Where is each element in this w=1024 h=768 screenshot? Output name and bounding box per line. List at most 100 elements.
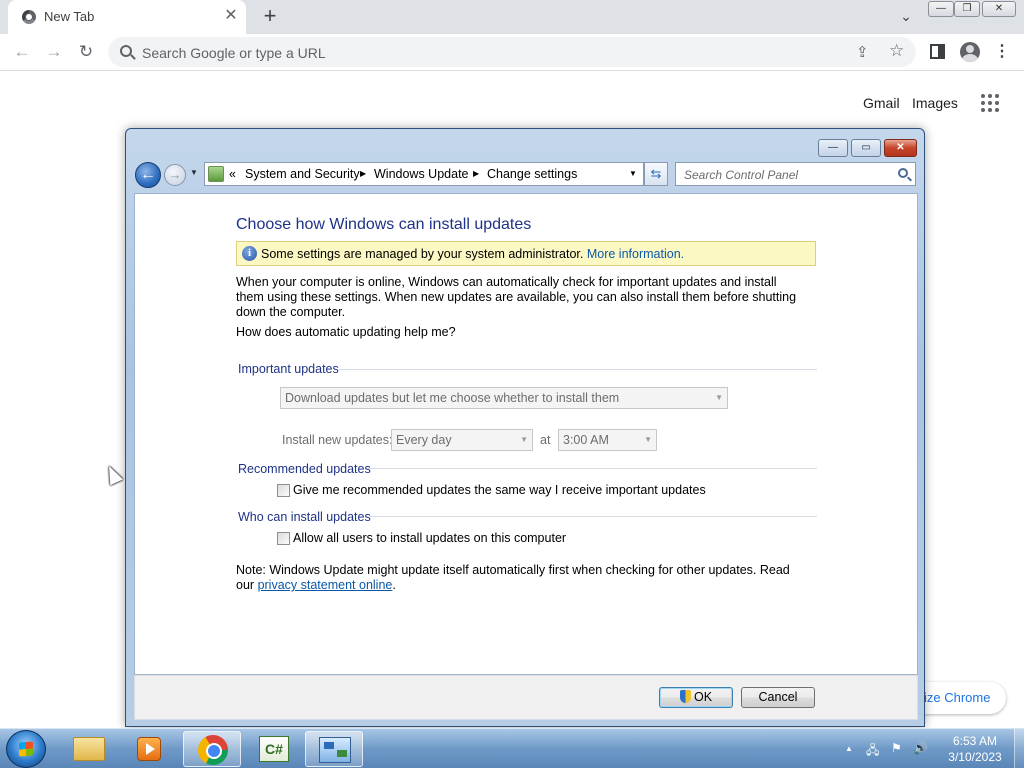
mouse-cursor-icon: [102, 463, 123, 486]
section-divider: [367, 468, 817, 469]
tab-close-icon[interactable]: ✕: [222, 7, 240, 25]
browser-toolbar: ← → ↻ Search Google or type a URL ⇪ ☆: [0, 34, 1024, 71]
more-information-link[interactable]: More information.: [587, 247, 684, 261]
media-player-icon: [137, 737, 161, 761]
address-dropdown-icon[interactable]: ▼: [629, 169, 637, 178]
help-link[interactable]: How does automatic updating help me?: [236, 325, 456, 340]
bookmark-star-icon[interactable]: ☆: [889, 41, 904, 61]
control-panel-icon: [208, 166, 224, 182]
search-placeholder: Search Control Panel: [684, 168, 799, 182]
install-time-select: 3:00 AM ▼: [558, 429, 657, 451]
taskbar-control-panel[interactable]: [305, 731, 363, 767]
note-period: .: [392, 578, 396, 592]
ok-button[interactable]: OK: [659, 687, 733, 708]
taskbar: C# ▲ 🖧 ⚑ 🔊 6:53 AM 3/10/2023: [0, 728, 1024, 768]
omnibox-placeholder: Search Google or type a URL: [142, 45, 326, 61]
network-icon[interactable]: 🖧: [866, 741, 879, 762]
clock-date: 3/10/2023: [948, 750, 1002, 764]
google-apps-icon[interactable]: [981, 94, 999, 112]
breadcrumb-change-settings[interactable]: Change settings: [487, 167, 577, 181]
description-text: When your computer is online, Windows ca…: [236, 275, 797, 319]
important-updates-value: Download updates but let me choose wheth…: [285, 391, 620, 405]
taskbar-media-player[interactable]: [120, 731, 178, 767]
window-close-button[interactable]: ✕: [982, 1, 1016, 17]
gmail-link[interactable]: Gmail: [863, 95, 900, 111]
chrome-menu-icon[interactable]: ⋮: [994, 43, 1010, 61]
page-title: Choose how Windows can install updates: [236, 216, 532, 233]
recommended-updates-checkbox[interactable]: [277, 484, 290, 497]
breadcrumb-system-and-security[interactable]: System and Security: [245, 167, 360, 181]
omnibox[interactable]: Search Google or type a URL ⇪ ☆: [108, 37, 916, 67]
dialog-close-button[interactable]: ✕: [884, 139, 917, 157]
recommended-updates-label[interactable]: Give me recommended updates the same way…: [293, 483, 706, 497]
taskbar-explorer[interactable]: [60, 731, 118, 767]
section-divider: [339, 369, 817, 370]
windows-update-window: — ▭ ✕ ← → ▼ « System and Security ▶ Wind…: [125, 128, 925, 727]
important-updates-select: Download updates but let me choose wheth…: [280, 387, 728, 409]
chrome-favicon-icon: [22, 10, 36, 24]
ok-label: OK: [693, 690, 713, 704]
chevron-down-icon: ▼: [644, 435, 652, 444]
side-panel-icon[interactable]: [930, 44, 945, 59]
note-text: Note: Windows Update might update itself…: [236, 563, 806, 593]
taskbar-csharp[interactable]: C#: [245, 731, 303, 767]
breadcrumb-overflow[interactable]: «: [229, 167, 236, 181]
chevron-right-icon[interactable]: ▶: [360, 169, 366, 178]
chevron-down-icon: ▼: [520, 435, 528, 444]
chevron-right-icon[interactable]: ▶: [473, 169, 479, 178]
forward-arrow-icon[interactable]: →: [164, 164, 186, 186]
back-icon[interactable]: ←: [10, 40, 34, 64]
search-control-panel-input[interactable]: Search Control Panel: [675, 162, 916, 186]
clock-time: 6:53 AM: [952, 734, 998, 748]
back-arrow-icon[interactable]: ←: [135, 162, 161, 188]
folder-icon: [73, 737, 105, 761]
dialog-minimize-button[interactable]: —: [818, 139, 848, 157]
admin-info-bar: i Some settings are managed by your syst…: [236, 241, 816, 266]
info-text: Some settings are managed by your system…: [261, 247, 584, 261]
allow-all-users-label[interactable]: Allow all users to install updates on th…: [293, 531, 566, 545]
address-bar[interactable]: « System and Security ▶ Windows Update ▶…: [204, 162, 644, 186]
recent-pages-dropdown-icon[interactable]: ▼: [190, 168, 198, 177]
control-panel-icon: [319, 737, 351, 763]
refresh-icon[interactable]: ⇆: [644, 162, 668, 186]
tab-new-tab[interactable]: New Tab ✕: [8, 0, 246, 34]
section-divider: [370, 516, 817, 517]
search-icon: [120, 45, 132, 57]
reload-icon[interactable]: ↻: [74, 40, 98, 64]
taskbar-clock[interactable]: 6:53 AM 3/10/2023: [940, 733, 1010, 765]
show-desktop-button[interactable]: [1014, 729, 1024, 768]
share-icon[interactable]: ⇪: [856, 43, 869, 61]
taskbar-chrome[interactable]: [183, 731, 241, 767]
uac-shield-icon: [679, 690, 691, 703]
forward-icon[interactable]: →: [42, 40, 66, 64]
privacy-statement-link[interactable]: privacy statement online: [258, 578, 393, 592]
cancel-button[interactable]: Cancel: [741, 687, 815, 708]
allow-all-users-checkbox[interactable]: [277, 532, 290, 545]
images-link[interactable]: Images: [912, 95, 958, 111]
action-center-flag-icon[interactable]: ⚑: [891, 741, 902, 755]
install-new-updates-label: Install new updates:: [282, 433, 393, 447]
volume-icon[interactable]: 🔊: [913, 741, 928, 755]
profile-avatar-icon[interactable]: [960, 42, 980, 62]
window-minimize-button[interactable]: —: [928, 1, 954, 17]
window-restore-button[interactable]: ❐: [954, 1, 980, 17]
start-button[interactable]: [6, 730, 46, 768]
who-can-install-heading: Who can install updates: [238, 510, 371, 524]
install-day-select: Every day ▼: [391, 429, 533, 451]
recommended-updates-heading: Recommended updates: [238, 462, 371, 476]
new-tab-button[interactable]: +: [258, 5, 282, 29]
search-icon[interactable]: [898, 168, 908, 178]
install-time-value: 3:00 AM: [563, 433, 609, 447]
breadcrumb-windows-update[interactable]: Windows Update: [374, 167, 469, 181]
tab-search-icon[interactable]: ⌄: [896, 6, 916, 26]
at-label: at: [540, 433, 551, 447]
chrome-icon: [198, 735, 228, 765]
info-icon: i: [242, 246, 257, 261]
show-hidden-icons-icon[interactable]: ▲: [845, 744, 853, 753]
settings-content: Choose how Windows can install updates i…: [134, 193, 918, 675]
tab-strip: New Tab ✕ + ⌄ — ❐ ✕: [0, 0, 1024, 34]
chevron-down-icon: ▼: [715, 393, 723, 402]
csharp-icon: C#: [259, 736, 289, 762]
dialog-maximize-button[interactable]: ▭: [851, 139, 881, 157]
important-updates-heading: Important updates: [238, 362, 339, 376]
